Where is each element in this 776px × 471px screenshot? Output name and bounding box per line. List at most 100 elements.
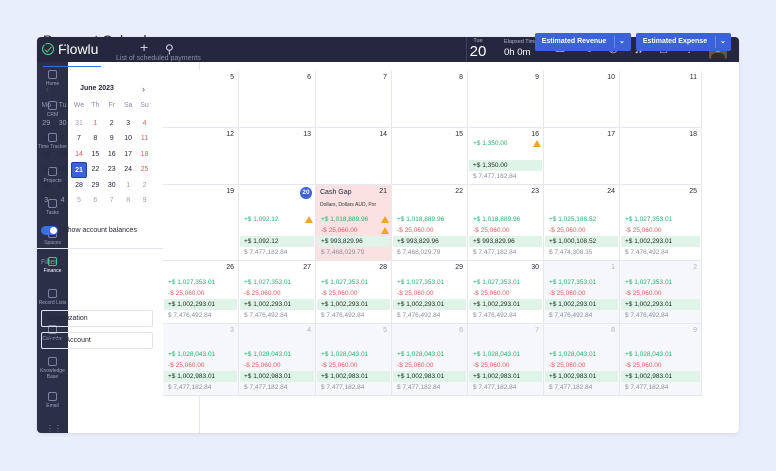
calendar-day-cell[interactable]: 24 +$ 1,025,188.52 -$ 25,060.00 +$ 1,000,10… bbox=[544, 185, 620, 261]
calendar-day-cell[interactable]: 10 bbox=[544, 71, 620, 128]
mini-calendar-day[interactable]: 30 bbox=[104, 178, 120, 194]
mini-calendar-day[interactable]: 28 bbox=[71, 178, 87, 194]
calendar-day-cell[interactable]: 30 +$ 1,027,353.01 -$ 25,060.00 +$ 1,002,29… bbox=[468, 261, 544, 324]
mini-calendar-day[interactable]: 18 bbox=[136, 147, 152, 163]
mini-calendar-day[interactable]: 15 bbox=[87, 147, 103, 163]
calendar-day-cell[interactable]: 1 +$ 1,027,353.01 -$ 25,060.00 +$ 1,002,293… bbox=[544, 261, 620, 324]
calendar-day-cell[interactable]: 16 +$ 1,350.00 +$ 1,350.00 $ 7,477,182.84 bbox=[468, 128, 544, 185]
tab-scheduled-payments[interactable]: List of scheduled payments bbox=[116, 53, 201, 64]
calendar-day-cell[interactable]: 25 +$ 1,027,353.01 -$ 25,060.00 +$ 1,002,29… bbox=[620, 185, 702, 261]
calendar-day-cell[interactable]: 20 +$ 1,092.12 +$ 1,092.12 $ 7,477,182.84 bbox=[239, 185, 316, 261]
calendar-day-cell[interactable]: 7 +$ 1,028,043.01 -$ 25,060.00 +$ 1,002,983… bbox=[468, 324, 544, 396]
mini-calendar-day[interactable]: 11 bbox=[136, 131, 152, 147]
account-balances-toggle[interactable] bbox=[41, 226, 58, 235]
sidebar-item-record-lists[interactable]: Record Lists bbox=[37, 289, 68, 306]
calendar-day-cell[interactable]: 15 bbox=[392, 128, 468, 185]
mini-calendar-day[interactable]: 2 bbox=[136, 178, 152, 194]
mini-calendar-day[interactable]: 5 bbox=[71, 193, 87, 209]
calendar-day-cell[interactable]: 12 bbox=[163, 128, 239, 185]
mini-calendar-day[interactable]: 9 bbox=[136, 193, 152, 209]
sidebar-item-email[interactable]: Email bbox=[37, 392, 68, 409]
calendar-day-cell[interactable]: 21 Cash Gap Dollars, Dollars AUD, Por +$ 1,… bbox=[316, 185, 392, 261]
calendar-day-cell[interactable]: 11 bbox=[620, 71, 702, 128]
chevron-right-icon[interactable]: › bbox=[142, 84, 145, 95]
calendar-day-cell[interactable]: 9 +$ 1,028,043.01 -$ 25,060.00 +$ 1,002,983… bbox=[620, 324, 702, 396]
weekday-label: Tu bbox=[58, 102, 67, 109]
mini-calendar-day[interactable]: 3 bbox=[38, 193, 54, 209]
mini-calendar-day[interactable]: 7 bbox=[104, 193, 120, 209]
bank-account-filter[interactable]: Bank Account bbox=[41, 332, 153, 349]
calendar-day-cell[interactable]: 14 bbox=[316, 128, 392, 185]
mini-calendar-day[interactable]: 2 bbox=[104, 116, 120, 132]
mini-calendar-day[interactable]: 13 bbox=[54, 147, 70, 163]
mini-calendar-day[interactable]: 20 bbox=[54, 162, 70, 178]
mini-calendar-day[interactable]: 21 bbox=[70, 162, 88, 178]
account-total: $ 7,477,182.84 bbox=[168, 384, 212, 391]
mini-calendar-day[interactable]: 4 bbox=[136, 116, 152, 132]
mini-calendar-day[interactable]: 7 bbox=[71, 131, 87, 147]
sidebar-item-label: Record Lists bbox=[38, 300, 67, 306]
calendar-day-cell[interactable]: 7 bbox=[316, 71, 392, 128]
mini-calendar-day[interactable]: 29 bbox=[87, 178, 103, 194]
calendar-day-cell[interactable]: 23 +$ 1,018,889.96 -$ 25,060.00 +$ 993,829.… bbox=[468, 185, 544, 261]
calendar-day-cell[interactable]: 8 +$ 1,028,043.01 -$ 25,060.00 +$ 1,002,983… bbox=[544, 324, 620, 396]
estimated-expense-button[interactable]: Estimated Expense ⌄ bbox=[636, 33, 731, 51]
mini-calendar-day[interactable]: 14 bbox=[71, 147, 87, 163]
calendar-day-cell[interactable]: 4 +$ 1,028,043.01 -$ 25,060.00 +$ 1,002,983… bbox=[239, 324, 316, 396]
calendar-day-cell[interactable]: 2 +$ 1,027,353.01 -$ 25,060.00 +$ 1,002,293… bbox=[620, 261, 702, 324]
calendar-day-cell[interactable]: 28 +$ 1,027,353.01 -$ 25,060.00 +$ 1,002,29… bbox=[316, 261, 392, 324]
mini-calendar-day[interactable]: 1 bbox=[87, 116, 103, 132]
mini-calendar-day[interactable]: 4 bbox=[54, 193, 70, 209]
calendar-day-cell[interactable]: 18 bbox=[620, 128, 702, 185]
calendar-day-cell[interactable]: 17 bbox=[544, 128, 620, 185]
calendar-day-cell[interactable]: 29 +$ 1,027,353.01 -$ 25,060.00 +$ 1,002,29… bbox=[392, 261, 468, 324]
mini-calendar-day[interactable]: 12 bbox=[38, 147, 54, 163]
estimated-revenue-button[interactable]: Estimated Revenue ⌄ bbox=[535, 33, 631, 51]
calendar-day-cell[interactable]: 3 +$ 1,028,043.01 -$ 25,060.00 +$ 1,002,983… bbox=[163, 324, 239, 396]
mini-calendar-day[interactable]: 22 bbox=[87, 162, 103, 178]
calendar-day-cell[interactable]: 22 +$ 1,018,889.96 -$ 25,060.00 +$ 993,829.… bbox=[392, 185, 468, 261]
mini-calendar-day[interactable]: 8 bbox=[87, 131, 103, 147]
elapsed-time-value[interactable]: 0h 0m bbox=[504, 47, 530, 58]
current-date[interactable]: 20 bbox=[468, 43, 488, 60]
mini-calendar-day[interactable]: 8 bbox=[120, 193, 136, 209]
mini-calendar-day[interactable]: 6 bbox=[87, 193, 103, 209]
mini-calendar-day[interactable]: 26 bbox=[38, 178, 54, 194]
calendar-day-cell[interactable]: 8 bbox=[392, 71, 468, 128]
expense-amount: -$ 25,060.00 bbox=[625, 227, 662, 234]
mini-calendar-day[interactable]: 31 bbox=[71, 116, 87, 132]
calendar-day-cell[interactable]: 5 bbox=[163, 71, 239, 128]
mini-calendar-day[interactable]: 19 bbox=[38, 162, 54, 178]
chevron-down-icon[interactable]: ⌄ bbox=[619, 33, 625, 51]
chevron-down-icon[interactable]: ⌄ bbox=[720, 33, 726, 51]
mini-calendar-day[interactable]: 27 bbox=[54, 178, 70, 194]
calendar-day-cell[interactable]: 5 +$ 1,028,043.01 -$ 25,060.00 +$ 1,002,983… bbox=[316, 324, 392, 396]
mini-calendar-day[interactable]: 9 bbox=[104, 131, 120, 147]
mini-calendar-day[interactable]: 24 bbox=[120, 162, 136, 178]
income-amount: +$ 1,027,353.01 bbox=[625, 279, 673, 286]
organization-filter[interactable]: Organization bbox=[41, 310, 153, 327]
calendar-day-cell[interactable]: 6 bbox=[239, 71, 316, 128]
calendar-day-cell[interactable]: 26 +$ 1,027,353.01 -$ 25,060.00 +$ 1,002,29… bbox=[163, 261, 239, 324]
sidebar-item-knowledge-base[interactable]: Knowledge Base bbox=[37, 357, 68, 380]
mini-calendar-day[interactable]: 3 bbox=[120, 116, 136, 132]
calendar-day-cell[interactable]: 6 +$ 1,028,043.01 -$ 25,060.00 +$ 1,002,983… bbox=[392, 324, 468, 396]
mini-calendar-day[interactable]: 16 bbox=[104, 147, 120, 163]
income-amount: +$ 1,018,889.96 bbox=[321, 216, 369, 223]
mini-calendar-day[interactable]: 23 bbox=[104, 162, 120, 178]
mini-calendar-day[interactable]: 10 bbox=[120, 131, 136, 147]
calendar-day-cell[interactable]: 9 bbox=[468, 71, 544, 128]
calendar-day-cell[interactable]: 27 +$ 1,027,353.01 -$ 25,060.00 +$ 1,002,29… bbox=[239, 261, 316, 324]
apps-grid-icon[interactable]: ⋮⋮ bbox=[46, 424, 62, 433]
calendar-day-cell[interactable]: 19 bbox=[163, 185, 239, 261]
mini-calendar-day[interactable]: 6 bbox=[54, 131, 70, 147]
day-number: 6 bbox=[459, 327, 463, 334]
calendar-day-cell[interactable]: 13 bbox=[239, 128, 316, 185]
mini-calendar-day[interactable]: 30 bbox=[54, 116, 70, 132]
mini-calendar-day[interactable]: 1 bbox=[120, 178, 136, 194]
mini-calendar-day[interactable]: 25 bbox=[136, 162, 152, 178]
mini-calendar-day[interactable]: 29 bbox=[38, 116, 54, 132]
mini-calendar-day[interactable]: 17 bbox=[120, 147, 136, 163]
tab-payment-calendar[interactable]: Payment Calendar bbox=[43, 53, 101, 67]
mini-calendar-day[interactable]: 5 bbox=[38, 131, 54, 147]
